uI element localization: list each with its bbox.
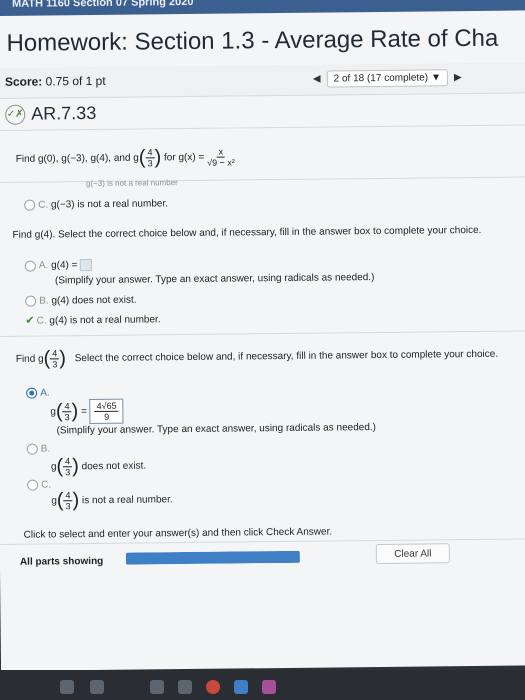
frac-den: 3 (147, 158, 153, 169)
answer-den: 9 (104, 411, 110, 422)
prompt-text: Find g(0), g(−3), g(4), and g (15, 152, 139, 165)
choice-letter: A. (40, 387, 50, 399)
question-position: 2 of 18 (17 complete) (333, 72, 429, 85)
question-nav: ◀ 2 of 18 (17 complete) ▼ ▶ (313, 69, 462, 88)
chevron-down-icon: ▼ (431, 72, 442, 84)
find-text: Find g (15, 353, 44, 365)
g4-choice-c: ✔ C. g(4) is not a real number. (25, 312, 160, 326)
clear-all-button[interactable]: Clear All (375, 543, 450, 565)
frac-den: 3 (64, 412, 70, 423)
prompt-post: for g(x) = (163, 151, 205, 164)
choice-text: is not a real number. (81, 494, 173, 507)
choice-text: g(−3) is not a real number. (50, 198, 169, 211)
g43-choice-b-text: g(4 3) does not exist. (50, 455, 147, 478)
g43-answer-line: g(4 3) = 4√65 9 (50, 398, 124, 425)
radio-b[interactable] (25, 295, 37, 307)
choice-text: does not exist. (81, 460, 147, 473)
answer-input[interactable] (80, 258, 93, 272)
answer-box[interactable]: 4√65 9 (89, 398, 124, 425)
prompt-fraction: 43 (145, 147, 155, 169)
app-icon[interactable] (234, 680, 248, 694)
choice-letter: A. (38, 260, 49, 272)
g4-hint: (Simplify your answer. Type an exact ans… (54, 272, 375, 287)
app-icon[interactable] (178, 680, 192, 694)
score-label: Score: (4, 74, 43, 89)
g43-choice-b: B. (26, 443, 51, 455)
progress-fill (125, 550, 300, 565)
function-fraction: x √9 − x² (207, 146, 235, 168)
footer-instruction: Click to select and enter your answer(s)… (23, 526, 333, 541)
answer-fraction: 4√65 9 (94, 400, 119, 422)
taskbar (0, 670, 525, 700)
course-name: MATH 1160 Section 07 Spring 2020 (12, 0, 194, 10)
choice-letter: B. (40, 443, 51, 455)
parts-progress-bar (125, 550, 300, 565)
app-icon[interactable] (262, 680, 276, 694)
prev-question-icon[interactable]: ◀ (313, 74, 321, 85)
radio-a-selected[interactable] (26, 387, 38, 399)
choice-text: g(4) is not a real number. (49, 314, 161, 327)
frac-den: 3 (65, 467, 71, 478)
frac-den: 3 (52, 359, 58, 370)
answer-num: 4√65 (94, 400, 119, 412)
g4-instruction: Find g(4). Select the correct choice bel… (12, 224, 482, 241)
browser-icon[interactable] (206, 680, 220, 694)
g43-hint: (Simplify your answer. Type an exact ans… (56, 422, 377, 437)
divider (0, 330, 525, 337)
radio-b[interactable] (26, 443, 38, 455)
course-strip: MATH 1160 Section 07 Spring 2020 (0, 0, 525, 16)
app-icon[interactable] (60, 680, 74, 694)
frac-num: 4 (63, 490, 73, 502)
app-icon[interactable] (90, 680, 104, 694)
partial-credit-icon: ✓✗ (5, 104, 26, 125)
question-select[interactable]: 2 of 18 (17 complete) ▼ (326, 69, 449, 88)
divider (0, 124, 525, 131)
all-parts-label: All parts showing (19, 555, 104, 568)
choice-letter: C. (36, 315, 47, 327)
radio-a[interactable] (24, 260, 36, 272)
g43-prompt: Find g(4 3) Select the correct choice bel… (15, 347, 499, 370)
g43-choice-c: C. (27, 479, 52, 491)
choice-letter: C. (41, 479, 52, 491)
g4-choice-b: B. g(4) does not exist. (25, 294, 137, 307)
frac-den: 3 (65, 501, 71, 512)
choice-letter: B. (39, 295, 49, 307)
fn-den: √9 − x² (207, 157, 235, 168)
next-question-icon[interactable]: ▶ (454, 72, 462, 83)
g43-instruction: Select the correct choice below and, if … (74, 348, 499, 365)
choice-text: g(4) does not exist. (51, 294, 137, 307)
radio-c[interactable] (27, 479, 39, 491)
choice-text: g(4) = (51, 259, 78, 272)
fn-num: x (216, 146, 226, 158)
homework-page: MATH 1160 Section 07 Spring 2020 Homewor… (0, 0, 525, 671)
page-title: Homework: Section 1.3 - Average Rate of … (6, 24, 499, 57)
frac-num: 4 (63, 456, 73, 468)
g43-choice-c-text: g(4 3) is not a real number. (51, 489, 173, 512)
choice-letter: C. (38, 199, 49, 211)
equals-sign: = (81, 406, 87, 418)
question-id: AR.7.33 (31, 102, 97, 124)
score: Score: 0.75 of 1 pt (5, 74, 106, 89)
score-value: 0.75 of 1 pt (45, 73, 106, 89)
app-icon[interactable] (150, 680, 164, 694)
frac-num: 4 (145, 147, 155, 159)
question-header: ✓✗ AR.7.33 (5, 103, 96, 125)
g43-choice-a: A. (26, 387, 50, 399)
score-bar: Score: 0.75 of 1 pt ◀ 2 of 18 (17 comple… (0, 62, 525, 99)
divider (0, 176, 525, 183)
frac-num: 4 (62, 401, 72, 413)
g4-choice-a: A. g(4) = (24, 258, 93, 272)
radio-c[interactable] (24, 199, 36, 211)
checkmark-icon: ✔ (25, 314, 35, 327)
prev-choice-c: C. g(−3) is not a real number. (24, 198, 168, 211)
scrolled-line: g(−3) is not a real number (85, 178, 178, 189)
question-prompt: Find g(0), g(−3), g(4), and g(4 3) for g(… (15, 146, 235, 169)
